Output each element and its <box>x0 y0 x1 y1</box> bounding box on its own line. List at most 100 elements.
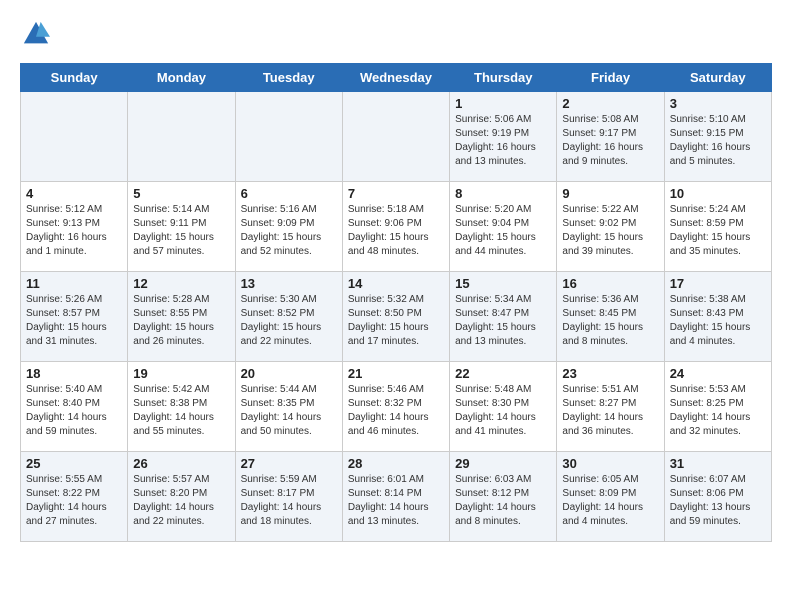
day-number: 21 <box>348 366 444 381</box>
day-info: Sunrise: 5:48 AMSunset: 8:30 PMDaylight:… <box>455 383 551 439</box>
week-row-5: 25 Sunrise: 5:55 AMSunset: 8:22 PMDayligh… <box>21 452 772 542</box>
day-cell: 10 Sunrise: 5:24 AMSunset: 8:59 PMDayligh… <box>664 182 771 272</box>
day-info: Sunrise: 5:38 AMSunset: 8:43 PMDaylight:… <box>670 293 766 349</box>
day-cell: 7 Sunrise: 5:18 AMSunset: 9:06 PMDaylight… <box>342 182 449 272</box>
day-number: 5 <box>133 186 229 201</box>
day-number: 17 <box>670 276 766 291</box>
day-cell <box>235 92 342 182</box>
day-cell: 18 Sunrise: 5:40 AMSunset: 8:40 PMDayligh… <box>21 362 128 452</box>
weekday-monday: Monday <box>128 64 235 92</box>
day-info: Sunrise: 5:14 AMSunset: 9:11 PMDaylight:… <box>133 203 229 259</box>
day-info: Sunrise: 5:46 AMSunset: 8:32 PMDaylight:… <box>348 383 444 439</box>
day-cell: 6Sunrise: 5:16 AMSunset: 9:09 PMDaylight… <box>235 182 342 272</box>
day-info: Sunrise: 5:18 AMSunset: 9:06 PMDaylight:… <box>348 203 444 259</box>
day-number: 8 <box>455 186 551 201</box>
weekday-wednesday: Wednesday <box>342 64 449 92</box>
day-info: Sunrise: 5:55 AMSunset: 8:22 PMDaylight:… <box>26 473 122 529</box>
day-info: Sunrise: 5:28 AMSunset: 8:55 PMDaylight:… <box>133 293 229 349</box>
day-number: 1 <box>455 96 551 111</box>
day-number: 20 <box>241 366 337 381</box>
day-cell: 25 Sunrise: 5:55 AMSunset: 8:22 PMDayligh… <box>21 452 128 542</box>
day-cell: 12 Sunrise: 5:28 AMSunset: 8:55 PMDayligh… <box>128 272 235 362</box>
day-cell: 28 Sunrise: 6:01 AMSunset: 8:14 PMDayligh… <box>342 452 449 542</box>
logo-icon <box>22 20 50 48</box>
weekday-friday: Friday <box>557 64 664 92</box>
day-number: 28 <box>348 456 444 471</box>
day-info: Sunrise: 5:08 AMSunset: 9:17 PMDaylight:… <box>562 113 658 169</box>
day-info: Sunrise: 5:20 AMSunset: 9:04 PMDaylight:… <box>455 203 551 259</box>
day-cell: 15 Sunrise: 5:34 AMSunset: 8:47 PMDayligh… <box>450 272 557 362</box>
day-cell: 24Sunrise: 5:53 AMSunset: 8:25 PMDayligh… <box>664 362 771 452</box>
day-cell: 3Sunrise: 5:10 AMSunset: 9:15 PMDaylight… <box>664 92 771 182</box>
day-info: Sunrise: 5:06 AMSunset: 9:19 PMDaylight:… <box>455 113 551 169</box>
day-cell: 13 Sunrise: 5:30 AMSunset: 8:52 PMDayligh… <box>235 272 342 362</box>
day-cell: 4 Sunrise: 5:12 AMSunset: 9:13 PMDaylight… <box>21 182 128 272</box>
week-row-1: 1 Sunrise: 5:06 AMSunset: 9:19 PMDaylight… <box>21 92 772 182</box>
day-number: 18 <box>26 366 122 381</box>
day-number: 15 <box>455 276 551 291</box>
day-cell: 30Sunrise: 6:05 AMSunset: 8:09 PMDayligh… <box>557 452 664 542</box>
page-header <box>20 20 772 53</box>
day-cell: 19 Sunrise: 5:42 AMSunset: 8:38 PMDayligh… <box>128 362 235 452</box>
weekday-header-row: SundayMondayTuesdayWednesdayThursdayFrid… <box>21 64 772 92</box>
calendar-header: SundayMondayTuesdayWednesdayThursdayFrid… <box>21 64 772 92</box>
day-number: 9 <box>562 186 658 201</box>
day-cell: 26 Sunrise: 5:57 AMSunset: 8:20 PMDayligh… <box>128 452 235 542</box>
day-cell: 8 Sunrise: 5:20 AMSunset: 9:04 PMDaylight… <box>450 182 557 272</box>
weekday-saturday: Saturday <box>664 64 771 92</box>
day-number: 19 <box>133 366 229 381</box>
day-number: 22 <box>455 366 551 381</box>
day-cell <box>128 92 235 182</box>
day-info: Sunrise: 6:07 AMSunset: 8:06 PMDaylight:… <box>670 473 766 529</box>
day-info: Sunrise: 5:12 AMSunset: 9:13 PMDaylight:… <box>26 203 122 259</box>
day-info: Sunrise: 5:40 AMSunset: 8:40 PMDaylight:… <box>26 383 122 439</box>
day-number: 13 <box>241 276 337 291</box>
day-info: Sunrise: 5:22 AMSunset: 9:02 PMDaylight:… <box>562 203 658 259</box>
day-info: Sunrise: 5:24 AMSunset: 8:59 PMDaylight:… <box>670 203 766 259</box>
day-cell: 17 Sunrise: 5:38 AMSunset: 8:43 PMDayligh… <box>664 272 771 362</box>
day-info: Sunrise: 5:32 AMSunset: 8:50 PMDaylight:… <box>348 293 444 349</box>
day-cell: 27Sunrise: 5:59 AMSunset: 8:17 PMDayligh… <box>235 452 342 542</box>
day-info: Sunrise: 5:51 AMSunset: 8:27 PMDaylight:… <box>562 383 658 439</box>
day-info: Sunrise: 5:42 AMSunset: 8:38 PMDaylight:… <box>133 383 229 439</box>
day-number: 25 <box>26 456 122 471</box>
day-info: Sunrise: 5:57 AMSunset: 8:20 PMDaylight:… <box>133 473 229 529</box>
day-info: Sunrise: 5:53 AMSunset: 8:25 PMDaylight:… <box>670 383 766 439</box>
day-number: 16 <box>562 276 658 291</box>
day-cell: 21 Sunrise: 5:46 AMSunset: 8:32 PMDayligh… <box>342 362 449 452</box>
day-number: 10 <box>670 186 766 201</box>
weekday-thursday: Thursday <box>450 64 557 92</box>
day-cell: 23 Sunrise: 5:51 AMSunset: 8:27 PMDayligh… <box>557 362 664 452</box>
day-cell: 11Sunrise: 5:26 AMSunset: 8:57 PMDayligh… <box>21 272 128 362</box>
calendar-body: 1 Sunrise: 5:06 AMSunset: 9:19 PMDaylight… <box>21 92 772 542</box>
day-number: 2 <box>562 96 658 111</box>
day-info: Sunrise: 5:44 AMSunset: 8:35 PMDaylight:… <box>241 383 337 439</box>
day-number: 29 <box>455 456 551 471</box>
day-info: Sunrise: 5:30 AMSunset: 8:52 PMDaylight:… <box>241 293 337 349</box>
day-info: Sunrise: 5:26 AMSunset: 8:57 PMDaylight:… <box>26 293 122 349</box>
day-number: 4 <box>26 186 122 201</box>
day-info: Sunrise: 6:03 AMSunset: 8:12 PMDaylight:… <box>455 473 551 529</box>
day-cell: 9 Sunrise: 5:22 AMSunset: 9:02 PMDaylight… <box>557 182 664 272</box>
weekday-sunday: Sunday <box>21 64 128 92</box>
day-number: 14 <box>348 276 444 291</box>
day-cell: 1 Sunrise: 5:06 AMSunset: 9:19 PMDaylight… <box>450 92 557 182</box>
day-cell: 16Sunrise: 5:36 AMSunset: 8:45 PMDayligh… <box>557 272 664 362</box>
weekday-tuesday: Tuesday <box>235 64 342 92</box>
logo <box>20 20 50 53</box>
day-info: Sunrise: 5:34 AMSunset: 8:47 PMDaylight:… <box>455 293 551 349</box>
day-number: 6 <box>241 186 337 201</box>
day-cell: 29 Sunrise: 6:03 AMSunset: 8:12 PMDayligh… <box>450 452 557 542</box>
day-info: Sunrise: 5:59 AMSunset: 8:17 PMDaylight:… <box>241 473 337 529</box>
day-number: 26 <box>133 456 229 471</box>
day-cell <box>342 92 449 182</box>
day-number: 7 <box>348 186 444 201</box>
day-cell: 5 Sunrise: 5:14 AMSunset: 9:11 PMDaylight… <box>128 182 235 272</box>
week-row-2: 4 Sunrise: 5:12 AMSunset: 9:13 PMDaylight… <box>21 182 772 272</box>
day-number: 3 <box>670 96 766 111</box>
day-number: 23 <box>562 366 658 381</box>
week-row-4: 18 Sunrise: 5:40 AMSunset: 8:40 PMDayligh… <box>21 362 772 452</box>
day-number: 12 <box>133 276 229 291</box>
day-info: Sunrise: 6:01 AMSunset: 8:14 PMDaylight:… <box>348 473 444 529</box>
week-row-3: 11Sunrise: 5:26 AMSunset: 8:57 PMDayligh… <box>21 272 772 362</box>
